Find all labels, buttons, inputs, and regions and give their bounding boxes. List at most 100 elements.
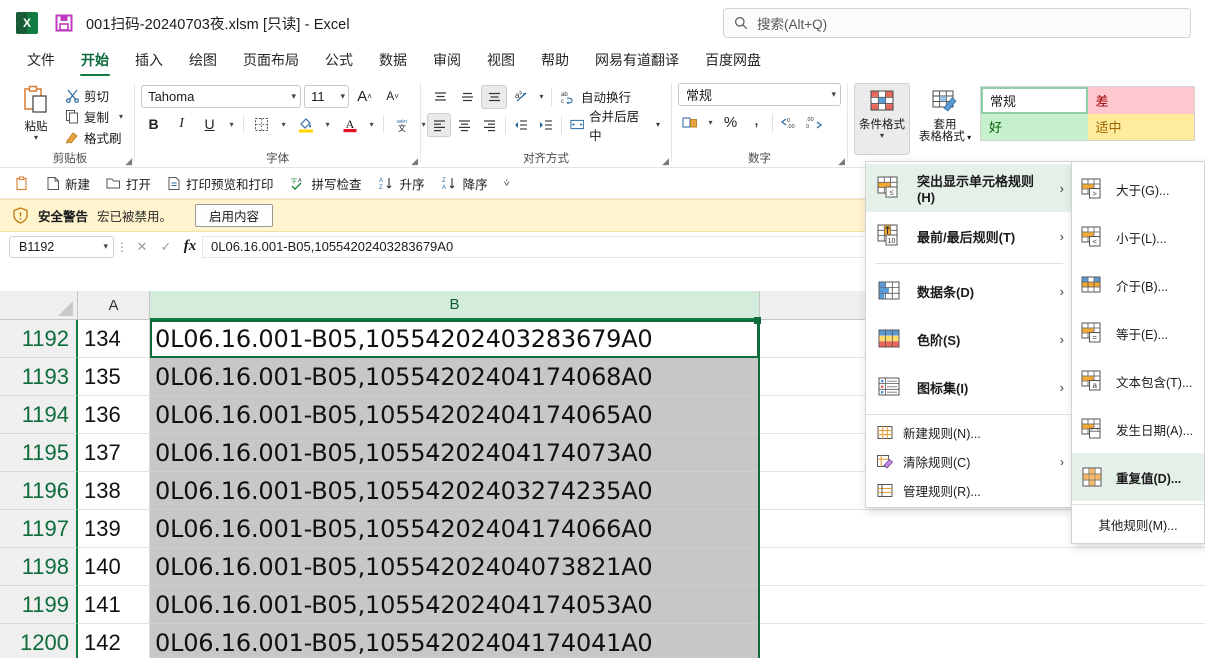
- cell-a[interactable]: 136: [78, 396, 150, 434]
- qat-open-button[interactable]: 打开: [99, 171, 158, 195]
- tab-view[interactable]: 视图: [474, 48, 528, 76]
- font-color-button[interactable]: A: [337, 112, 362, 137]
- comma-style-button[interactable]: ,: [744, 110, 769, 135]
- paste-dropdown-arrow[interactable]: ▾: [34, 133, 38, 142]
- cell-b[interactable]: 0L06.16.001-B05,10554202403283679A0: [150, 320, 760, 358]
- cell-a[interactable]: 138: [78, 472, 150, 510]
- menu-item-manage-rules[interactable]: 管理规则(R)...: [866, 476, 1072, 505]
- row-header[interactable]: 1192: [0, 320, 78, 358]
- tab-youdao-translate[interactable]: 网易有道翻译: [582, 48, 692, 76]
- copy-dropdown-arrow[interactable]: ▾: [119, 112, 123, 121]
- qat-sort-ascending-button[interactable]: AZ 升序: [371, 171, 432, 195]
- font-color-dropdown-arrow[interactable]: ▾: [365, 112, 378, 137]
- submenu-item-text-contains[interactable]: a 文本包含(T)...: [1072, 357, 1204, 405]
- cf-dropdown-arrow[interactable]: ▾: [880, 132, 884, 140]
- cell-b[interactable]: 0L06.16.001-B05,10554202404174073A0: [150, 434, 760, 472]
- conditional-formatting-button[interactable]: 条件格式 ▾: [854, 83, 910, 155]
- borders-button[interactable]: [249, 112, 274, 137]
- tab-draw[interactable]: 绘图: [176, 48, 230, 76]
- cell-a[interactable]: 142: [78, 624, 150, 658]
- column-header-b[interactable]: B: [150, 291, 760, 320]
- tab-page-layout[interactable]: 页面布局: [230, 48, 312, 76]
- submenu-item-between[interactable]: 介于(B)...: [1072, 261, 1204, 309]
- merge-center-button[interactable]: 合并后居中 ▾: [565, 110, 665, 143]
- decrease-font-size-button[interactable]: A ˅: [380, 84, 405, 109]
- alignment-dialog-launcher[interactable]: ◢: [662, 156, 669, 167]
- tab-file[interactable]: 文件: [14, 48, 68, 76]
- tab-home[interactable]: 开始: [68, 48, 122, 76]
- phonetic-guide-button[interactable]: wén 文: [389, 112, 414, 137]
- cell-b[interactable]: 0L06.16.001-B05,10554202404174053A0: [150, 586, 760, 624]
- save-icon[interactable]: [54, 13, 74, 33]
- row-header[interactable]: 1194: [0, 396, 78, 434]
- row-header[interactable]: 1196: [0, 472, 78, 510]
- row-header[interactable]: 1200: [0, 624, 78, 658]
- borders-dropdown-arrow[interactable]: ▾: [277, 112, 290, 137]
- submenu-item-date-occurring[interactable]: 发生日期(A)...: [1072, 405, 1204, 453]
- qat-sort-descending-button[interactable]: ZA 降序: [434, 171, 495, 195]
- align-top-button[interactable]: [427, 85, 453, 109]
- orientation-button[interactable]: aᵇ: [508, 85, 534, 109]
- cell-b[interactable]: 0L06.16.001-B05,10554202404073821A0: [150, 548, 760, 586]
- cell-b[interactable]: 0L06.16.001-B05,10554202404174041A0: [150, 624, 760, 658]
- decrease-decimal-button[interactable]: .00 0: [802, 110, 827, 135]
- font-size-combobox[interactable]: 11 ▾: [304, 84, 350, 108]
- underline-button[interactable]: U: [197, 112, 222, 137]
- bold-button[interactable]: B: [141, 112, 166, 137]
- orientation-dropdown-arrow[interactable]: ▾: [535, 84, 548, 109]
- tab-data[interactable]: 数据: [366, 48, 420, 76]
- cell-styles-gallery[interactable]: 常规 差 好 适中: [980, 86, 1195, 141]
- cut-button[interactable]: 剪切: [62, 86, 126, 105]
- format-painter-button[interactable]: 格式刷: [62, 128, 126, 147]
- cell-b[interactable]: 0L06.16.001-B05,10554202403274235A0: [150, 472, 760, 510]
- merge-dropdown-arrow[interactable]: ▾: [656, 120, 660, 129]
- align-bottom-button[interactable]: [481, 84, 508, 109]
- tab-formulas[interactable]: 公式: [312, 48, 366, 76]
- tab-insert[interactable]: 插入: [122, 48, 176, 76]
- font-name-combobox[interactable]: Tahoma ▾: [141, 84, 302, 108]
- formula-bar-expand-dots[interactable]: ⋮: [114, 240, 130, 254]
- column-header-a[interactable]: A: [78, 291, 150, 320]
- qat-new-button[interactable]: 新建: [39, 171, 97, 195]
- submenu-item-less-than[interactable]: < 小于(L)...: [1072, 213, 1204, 261]
- cell-a[interactable]: 140: [78, 548, 150, 586]
- font-dialog-launcher[interactable]: ◢: [411, 156, 418, 167]
- clipboard-dialog-launcher[interactable]: ◢: [125, 156, 132, 167]
- menu-item-data-bars[interactable]: 数据条(D) ›: [866, 267, 1072, 315]
- number-dialog-launcher[interactable]: ◢: [838, 156, 845, 167]
- italic-button[interactable]: I: [169, 112, 194, 137]
- row-header[interactable]: 1199: [0, 586, 78, 624]
- align-right-button[interactable]: [477, 113, 501, 137]
- menu-item-clear-rules[interactable]: 清除规则(C) ›: [866, 447, 1072, 476]
- cell-b[interactable]: 0L06.16.001-B05,10554202404174065A0: [150, 396, 760, 434]
- format-as-table-button[interactable]: 套用 表格格式 ▾: [914, 83, 976, 155]
- search-input[interactable]: 搜索(Alt+Q): [723, 8, 1191, 38]
- menu-item-top-bottom-rules[interactable]: 10 最前/最后规则(T) ›: [866, 212, 1072, 260]
- menu-item-color-scales[interactable]: 色阶(S) ›: [866, 315, 1072, 363]
- increase-indent-button[interactable]: [534, 113, 558, 137]
- submenu-item-other-rules[interactable]: 其他规则(M)...: [1072, 508, 1204, 541]
- cell-a[interactable]: 139: [78, 510, 150, 548]
- row-header[interactable]: 1198: [0, 548, 78, 586]
- style-normal[interactable]: 常规: [981, 87, 1088, 114]
- accounting-format-button[interactable]: [678, 110, 703, 135]
- cell-a[interactable]: 134: [78, 320, 150, 358]
- cancel-icon[interactable]: ✕: [130, 236, 154, 258]
- cell-b[interactable]: 0L06.16.001-B05,10554202404174068A0: [150, 358, 760, 396]
- enable-content-button[interactable]: 启用内容: [195, 204, 274, 227]
- confirm-icon[interactable]: ✓: [154, 236, 178, 258]
- qat-overflow-button[interactable]: ⩒: [497, 171, 517, 195]
- fill-handle[interactable]: [754, 317, 761, 324]
- fill-color-button[interactable]: [293, 112, 318, 137]
- align-left-button[interactable]: [427, 112, 452, 137]
- increase-decimal-button[interactable]: 0.00: [776, 110, 801, 135]
- menu-item-icon-sets[interactable]: 图标集(I) ›: [866, 363, 1072, 411]
- style-neutral[interactable]: 适中: [1087, 113, 1194, 140]
- row-header[interactable]: 1197: [0, 510, 78, 548]
- submenu-item-greater-than[interactable]: > 大于(G)...: [1072, 165, 1204, 213]
- decrease-indent-button[interactable]: [508, 113, 532, 137]
- align-center-button[interactable]: [452, 113, 476, 137]
- tab-help[interactable]: 帮助: [528, 48, 582, 76]
- qat-spellcheck-button[interactable]: 字A 拼写检查: [283, 171, 369, 195]
- number-format-combobox[interactable]: 常规 ▾: [678, 83, 842, 106]
